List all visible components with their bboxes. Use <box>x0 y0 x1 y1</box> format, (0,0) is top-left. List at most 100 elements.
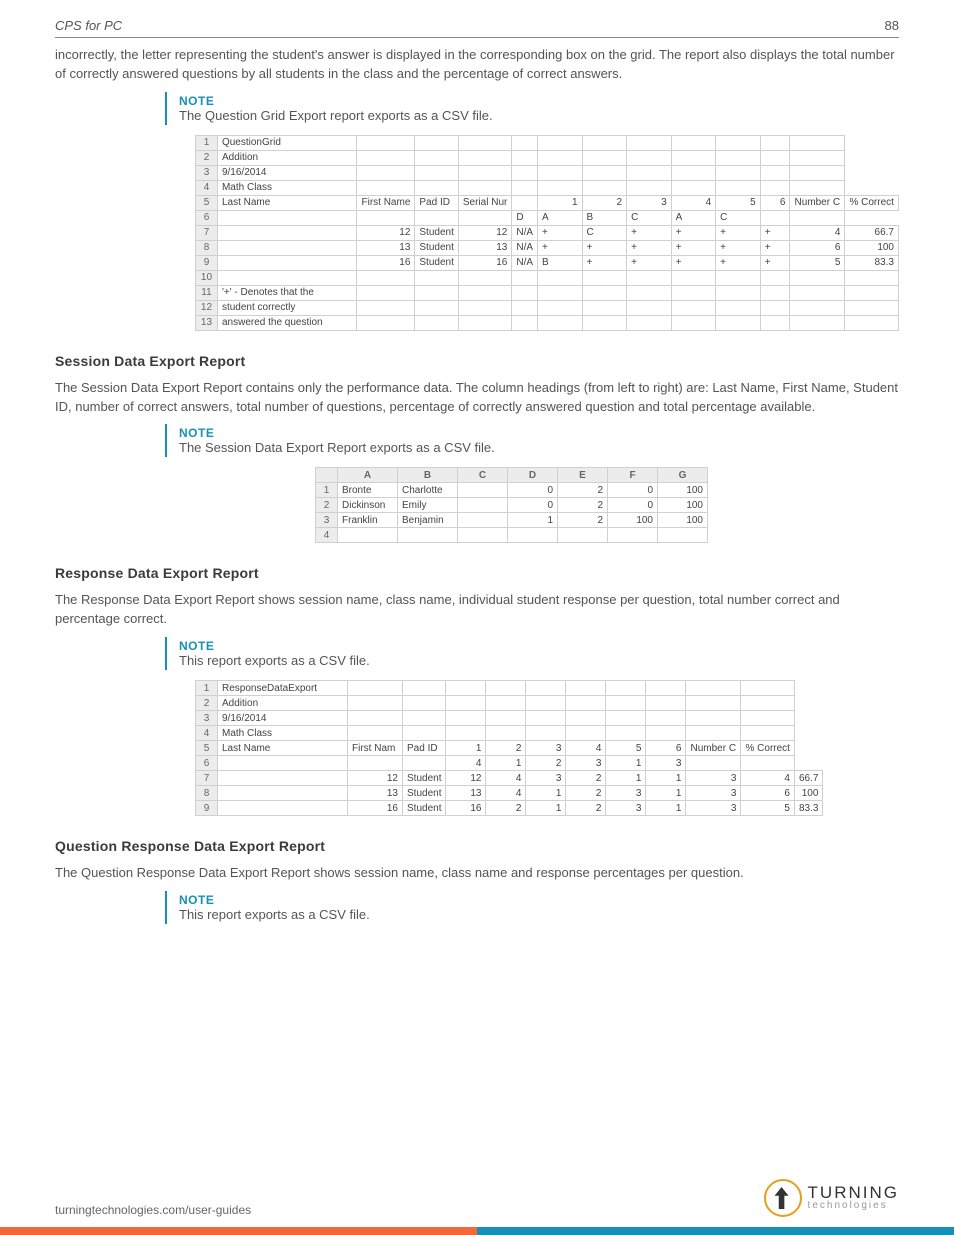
cell <box>646 681 686 696</box>
cell <box>512 150 538 165</box>
cell: Charlotte <box>398 483 458 498</box>
cell <box>218 786 348 801</box>
note-response-data: NOTE This report exports as a CSV file. <box>165 637 899 670</box>
cell: Pad ID <box>403 741 446 756</box>
cell: Serial Nur <box>458 195 511 210</box>
cell <box>741 756 794 771</box>
cell <box>566 726 606 741</box>
cell: QuestionGrid <box>217 135 357 150</box>
cell <box>357 315 415 330</box>
cell <box>348 681 403 696</box>
cell <box>582 135 627 150</box>
cell: 100 <box>658 513 708 528</box>
question-grid-table: 1QuestionGrid2Addition39/16/20144Math Cl… <box>195 135 899 331</box>
cell <box>741 681 794 696</box>
para-response-data: The Response Data Export Report shows se… <box>55 591 899 629</box>
cell: 6 <box>646 741 686 756</box>
row-number: 1 <box>196 681 218 696</box>
row-number: 7 <box>196 225 218 240</box>
cell <box>566 696 606 711</box>
cell <box>646 696 686 711</box>
cell: N/A <box>512 225 538 240</box>
turning-logo: TURNING technologies <box>764 1179 899 1217</box>
cell: 13 <box>348 786 403 801</box>
cell: 1 <box>646 771 686 786</box>
cell: 66.7 <box>845 225 899 240</box>
cell <box>458 300 511 315</box>
cell: Emily <box>398 498 458 513</box>
cell: 2 <box>558 498 608 513</box>
cell <box>606 711 646 726</box>
cell <box>716 180 761 195</box>
row-number: 3 <box>196 711 218 726</box>
cell <box>686 696 741 711</box>
cell <box>686 726 741 741</box>
cell <box>582 285 627 300</box>
cell <box>218 756 348 771</box>
cell <box>686 681 741 696</box>
cell <box>760 270 790 285</box>
cell <box>357 270 415 285</box>
arrow-icon <box>764 1179 802 1217</box>
logo-line2: technologies <box>808 1201 899 1211</box>
cell <box>716 300 761 315</box>
cell <box>446 696 486 711</box>
cell: 12 <box>348 771 403 786</box>
cell <box>217 255 357 270</box>
cell <box>760 300 790 315</box>
row-number: 4 <box>316 528 338 543</box>
cell <box>671 285 716 300</box>
cell <box>357 180 415 195</box>
page-number: 88 <box>885 18 899 33</box>
cell <box>458 498 508 513</box>
cell: 100 <box>845 240 899 255</box>
cell: + <box>627 225 672 240</box>
cell: Bronte <box>338 483 398 498</box>
cell <box>790 315 845 330</box>
cell <box>538 150 583 165</box>
cell <box>627 300 672 315</box>
cell: Benjamin <box>398 513 458 528</box>
cell: 2 <box>566 771 606 786</box>
cell: First Nam <box>348 741 403 756</box>
cell: 3 <box>686 771 741 786</box>
row-number: 6 <box>196 210 218 225</box>
cell: 3 <box>646 756 686 771</box>
cell: 5 <box>716 195 761 210</box>
cell <box>512 270 538 285</box>
cell <box>538 315 583 330</box>
row-number: 8 <box>196 786 218 801</box>
cell <box>606 726 646 741</box>
note-question-response: NOTE This report exports as a CSV file. <box>165 891 899 924</box>
cell <box>760 285 790 300</box>
cell <box>458 483 508 498</box>
cell <box>526 696 566 711</box>
cell <box>415 300 458 315</box>
cell: 100 <box>658 483 708 498</box>
cell: '+' - Denotes that the <box>217 285 357 300</box>
cell: student correctly <box>217 300 357 315</box>
cell <box>538 300 583 315</box>
cell <box>403 726 446 741</box>
cell: 1 <box>606 756 646 771</box>
col-header: C <box>458 468 508 483</box>
cell: 1 <box>606 771 646 786</box>
cell: 5 <box>790 255 845 270</box>
cell <box>716 270 761 285</box>
cell <box>627 165 672 180</box>
cell: B <box>582 210 627 225</box>
cell <box>458 180 511 195</box>
cell: 3 <box>686 786 741 801</box>
row-number: 1 <box>196 135 218 150</box>
cell <box>512 135 538 150</box>
cell <box>415 210 458 225</box>
cell: + <box>671 255 716 270</box>
cell: answered the question <box>217 315 357 330</box>
cell <box>538 270 583 285</box>
cell <box>716 285 761 300</box>
cell: 83.3 <box>845 255 899 270</box>
cell: + <box>671 240 716 255</box>
cell: 1 <box>486 756 526 771</box>
col-header: A <box>338 468 398 483</box>
cell: 3 <box>606 786 646 801</box>
